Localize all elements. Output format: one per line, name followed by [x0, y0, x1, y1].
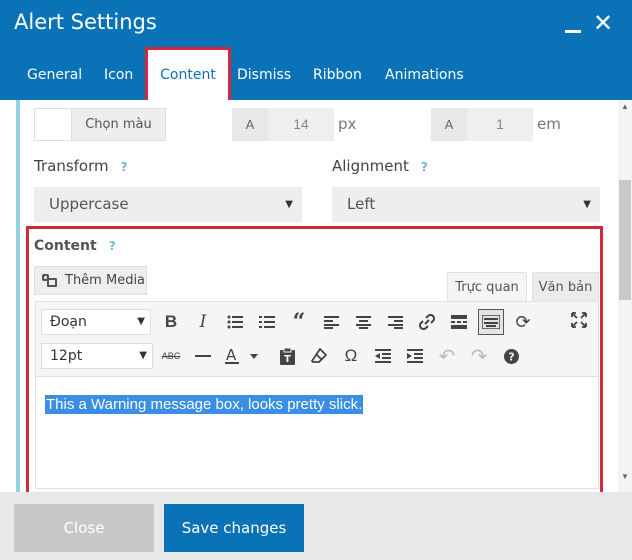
format-select[interactable]: Đoạn ▼ [41, 309, 151, 335]
content-label: Content? [34, 238, 116, 254]
clear-format-icon[interactable] [306, 343, 332, 369]
align-left-icon[interactable] [318, 309, 344, 335]
save-changes-button[interactable]: Save changes [164, 504, 304, 552]
alignment-label: Alignment? [332, 157, 428, 175]
bold-icon[interactable]: B [158, 309, 184, 335]
font-size-unit: px [338, 115, 357, 133]
omega-icon[interactable]: Ω [338, 343, 364, 369]
scrollbar-thumb[interactable] [619, 180, 631, 300]
help-icon[interactable]: ? [498, 343, 524, 369]
media-icon [42, 274, 57, 287]
align-right-icon[interactable] [382, 309, 408, 335]
transform-label: Transform? [34, 157, 128, 175]
indent-icon[interactable] [402, 343, 428, 369]
color-picker-button[interactable]: Chọn màu [71, 108, 166, 141]
dialog-header: Alert Settings ✕ General Icon Content Di… [0, 0, 632, 100]
tab-general[interactable]: General [27, 48, 82, 100]
align-center-icon[interactable] [350, 309, 376, 335]
italic-icon[interactable]: I [190, 309, 216, 335]
minimize-icon[interactable] [561, 12, 585, 36]
chevron-down-icon: ▼ [583, 199, 591, 210]
horizontal-line-icon[interactable] [190, 343, 216, 369]
blockquote-icon[interactable]: “ [286, 309, 312, 335]
content-text[interactable]: This a Warning message box, looks pretty… [45, 395, 364, 414]
transform-help-icon[interactable]: ? [121, 160, 128, 174]
font-size-select[interactable]: 12pt ▼ [41, 343, 153, 369]
font-size-input[interactable]: 14 [268, 108, 334, 141]
keyboard-toggle-icon[interactable] [478, 309, 504, 335]
editor-toolbar: Đoạn ▼ B I “ ⟳ 12pt ▼ ABC A T Ω ↶ ↷ ? [35, 301, 599, 377]
numbered-list-icon[interactable] [254, 309, 280, 335]
outdent-icon[interactable] [370, 343, 396, 369]
scroll-up-icon[interactable]: ▲ [621, 102, 629, 111]
tab-animations[interactable]: Animations [385, 48, 464, 100]
alignment-select[interactable]: Left ▼ [332, 187, 600, 222]
refresh-icon[interactable]: ⟳ [510, 309, 536, 335]
tab-icon[interactable]: Icon [104, 48, 133, 100]
vertical-scrollbar[interactable]: ▲ ▼ [618, 100, 632, 492]
svg-text:?: ? [508, 350, 514, 363]
text-color-icon[interactable]: A [222, 343, 262, 369]
color-swatch[interactable] [34, 108, 72, 141]
paste-text-icon[interactable]: T [274, 343, 300, 369]
settings-panel: Chọn màu A 14 px A 1 em Transform? Align… [0, 100, 632, 492]
close-button[interactable]: Close [14, 504, 154, 552]
chevron-down-icon: ▼ [285, 199, 293, 210]
redo-icon[interactable]: ↷ [466, 343, 492, 369]
bullet-list-icon[interactable] [222, 309, 248, 335]
transform-select[interactable]: Uppercase ▼ [34, 187, 302, 222]
alignment-help-icon[interactable]: ? [421, 160, 428, 174]
tab-text-editor[interactable]: Văn bản [532, 272, 599, 301]
svg-text:A: A [226, 347, 237, 364]
svg-text:T: T [284, 354, 291, 365]
strikethrough-icon[interactable]: ABC [158, 343, 184, 369]
close-icon[interactable]: ✕ [591, 12, 615, 36]
font-size-prefix: A [232, 108, 268, 141]
line-height-input[interactable]: 1 [467, 108, 533, 141]
section-accent-rule [16, 100, 20, 492]
link-icon[interactable] [414, 309, 440, 335]
tab-bar: General Icon Content Dismiss Ribbon Anim… [0, 48, 632, 100]
tab-content[interactable]: Content [148, 48, 228, 100]
line-height-prefix: A [431, 108, 467, 141]
chevron-down-icon: ▼ [137, 316, 145, 327]
add-media-button[interactable]: Thêm Media [34, 266, 147, 295]
dialog-footer: Close Save changes [0, 492, 632, 560]
chevron-down-icon: ▼ [139, 350, 147, 361]
read-more-icon[interactable] [446, 309, 472, 335]
content-help-icon[interactable]: ? [109, 239, 116, 253]
line-height-unit: em [537, 115, 561, 133]
fullscreen-icon[interactable] [566, 307, 592, 333]
tab-ribbon[interactable]: Ribbon [313, 48, 362, 100]
content-editor-body[interactable]: This a Warning message box, looks pretty… [35, 377, 599, 489]
dialog-title: Alert Settings [14, 10, 157, 34]
scroll-down-icon[interactable]: ▼ [621, 472, 629, 481]
undo-icon[interactable]: ↶ [434, 343, 460, 369]
tab-dismiss[interactable]: Dismiss [237, 48, 291, 100]
tab-visual-editor[interactable]: Trực quan [447, 272, 527, 301]
